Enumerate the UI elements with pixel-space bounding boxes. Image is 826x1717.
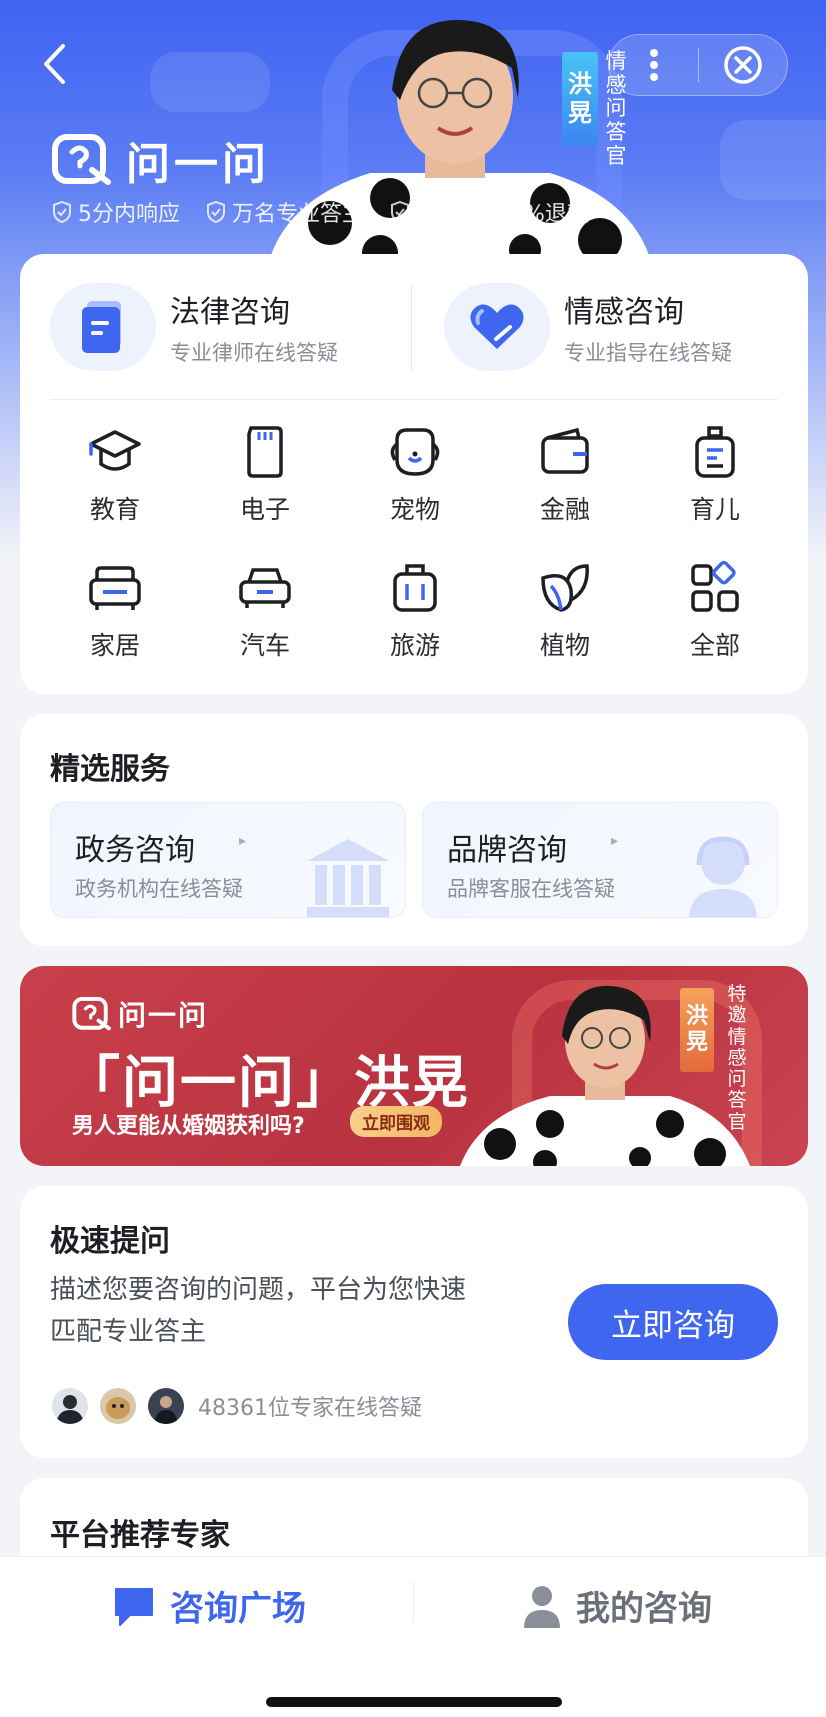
mini-program-capsule [608, 34, 788, 96]
wallet-icon [541, 427, 589, 474]
legal-title: 法律咨询 [170, 295, 290, 330]
grid-icon [691, 560, 739, 612]
featured-title: 精选服务 [50, 752, 170, 787]
consult-now-button[interactable]: 立即咨询 [568, 1284, 778, 1360]
tab-my-consults[interactable]: 我的咨询 [522, 1581, 712, 1630]
sd-card-icon [247, 426, 283, 478]
featured-services-card: 精选服务 政务咨询 ▸ 政务机构在线答疑 品牌咨询 ▸ 品牌客服在线答疑 [20, 714, 808, 946]
service-government-subtitle: 政务机构在线答疑 [75, 877, 243, 901]
badge-refund: 不满意100%退款 [390, 196, 589, 228]
suitcase-icon [393, 564, 437, 612]
banner-expert-title-tag: 特 邀 情 感 问 答 官 [727, 983, 747, 1133]
category-education[interactable]: 教育 [40, 424, 190, 560]
category-separator [50, 399, 778, 400]
document-icon [82, 301, 121, 353]
service-government-title: 政务咨询 [75, 833, 195, 868]
service-badges: 5分内响应 万名专业答主 不满意100%退款 [52, 196, 589, 228]
category-parenting[interactable]: 育儿 [640, 424, 790, 560]
shield-check-icon [207, 201, 225, 223]
user-icon [524, 1585, 560, 1628]
sofa-icon [89, 566, 141, 610]
car-icon [239, 568, 291, 608]
more-dots-icon [649, 49, 658, 81]
bottom-tab-bar: 咨询广场 我的咨询 [0, 1556, 826, 1717]
customer-service-icon [689, 836, 757, 917]
avatar [50, 1386, 90, 1426]
category-plants[interactable]: 植物 [490, 560, 640, 696]
app-logo: 问一问 [52, 128, 270, 192]
expert-online-count: 48361位专家在线答疑 [198, 1396, 422, 1421]
leaf-icon [541, 564, 589, 612]
category-all[interactable]: 全部 [640, 560, 790, 696]
category-travel[interactable]: 旅游 [340, 560, 490, 696]
avatar [146, 1386, 186, 1426]
logo-mark-icon [72, 997, 111, 1031]
primary-categories: 法律咨询 专业律师在线答疑 情感咨询 专业指导在线答疑 [20, 254, 808, 400]
emotion-subtitle: 专业指导在线答疑 [564, 341, 732, 365]
close-button[interactable] [699, 35, 787, 95]
chevron-right-icon: ▸ [611, 833, 619, 849]
home-indicator [266, 1697, 562, 1707]
category-home[interactable]: 家居 [40, 560, 190, 696]
badge-experts: 万名专业答主 [206, 196, 364, 228]
expert-name-tag: 洪 晃 [562, 52, 598, 146]
pet-icon [390, 428, 440, 476]
promo-banner[interactable]: 问一问 「问一问」洪晃 男人更能从婚姻获利吗? 立即围观 洪 晃 特 邀 情 感… [20, 966, 808, 1166]
category-emotion[interactable]: 情感咨询 专业指导在线答疑 [414, 254, 808, 400]
shield-check-icon [53, 201, 71, 223]
category-finance[interactable]: 金融 [490, 424, 640, 560]
banner-cta-button[interactable]: 立即围观 [350, 1106, 442, 1137]
badge-response: 5分内响应 [52, 196, 180, 228]
emotion-title: 情感咨询 [564, 295, 684, 330]
chat-bubble-icon [115, 1587, 153, 1626]
shield-check-icon [391, 201, 410, 223]
recommended-title: 平台推荐专家 [50, 1518, 230, 1553]
more-button[interactable] [609, 35, 698, 95]
legal-subtitle: 专业律师在线答疑 [170, 341, 338, 365]
category-grid: 教育 电子 宠物 金融 育儿 家居 汽车 旅游 植物 全部 [40, 424, 790, 696]
service-brand[interactable]: 品牌咨询 ▸ 品牌客服在线答疑 [422, 802, 778, 918]
decor-bubble [720, 120, 826, 200]
banner-expert-name-tag: 洪 晃 [680, 988, 714, 1072]
chevron-left-icon [44, 44, 65, 84]
quick-ask-description: 描述您要咨询的问题，平台为您快速匹配专业答主 [50, 1275, 467, 1347]
service-brand-title: 品牌咨询 [447, 833, 567, 868]
back-button[interactable] [32, 40, 76, 88]
app-name: 问一问 [126, 139, 270, 190]
baby-bottle-icon [695, 426, 735, 478]
avatar [98, 1386, 138, 1426]
chevron-right-icon: ▸ [239, 833, 247, 849]
banner-logo: 问一问 [72, 994, 208, 1034]
close-circle-icon [724, 46, 762, 84]
graduation-cap-icon [89, 430, 141, 471]
category-card: 法律咨询 专业律师在线答疑 情感咨询 专业指导在线答疑 教育 电子 宠物 金融 … [20, 254, 808, 694]
service-brand-subtitle: 品牌客服在线答疑 [447, 877, 615, 901]
category-legal[interactable]: 法律咨询 专业律师在线答疑 [20, 254, 414, 400]
category-auto[interactable]: 汽车 [190, 560, 340, 696]
banner-subline: 男人更能从婚姻获利吗? [72, 1114, 305, 1139]
emotion-icon-wrap [444, 283, 550, 371]
quick-ask-card: 极速提问 描述您要咨询的问题，平台为您快速匹配专业答主 立即咨询 48361位专… [20, 1186, 808, 1458]
quick-ask-title: 极速提问 [50, 1224, 170, 1259]
primary-divider [411, 284, 412, 372]
logo-mark-icon [52, 134, 111, 185]
banner-expert-portrait [460, 985, 750, 1166]
government-building-icon [307, 839, 389, 917]
tab-consult-square[interactable]: 咨询广场 [112, 1581, 306, 1630]
tab-divider [413, 1581, 414, 1623]
legal-icon-wrap [50, 283, 156, 371]
category-electronics[interactable]: 电子 [190, 424, 340, 560]
category-pets[interactable]: 宠物 [340, 424, 490, 560]
heart-icon [470, 304, 524, 349]
expert-avatars: 48361位专家在线答疑 [50, 1386, 422, 1426]
service-government[interactable]: 政务咨询 ▸ 政务机构在线答疑 [50, 802, 406, 918]
